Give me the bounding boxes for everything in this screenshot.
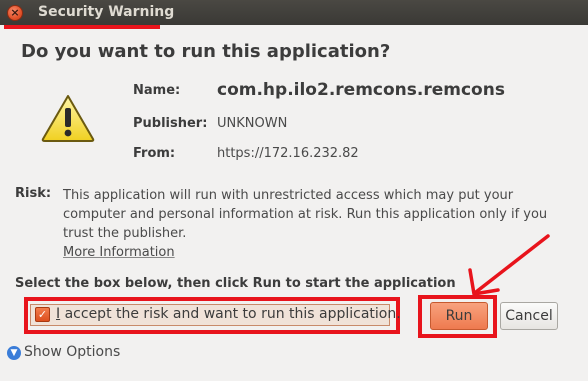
window-titlebar: × Security Warning [0,0,588,25]
from-label: From: [133,146,176,161]
name-value: com.hp.ilo2.remcons.remcons [217,80,505,100]
annotation-underline [4,25,160,29]
accept-label[interactable]: I accept the risk and want to run this a… [56,306,401,322]
name-label: Name: [133,83,181,98]
run-button[interactable]: Run [430,302,488,330]
close-icon[interactable]: × [7,5,23,21]
warning-triangle-icon [41,95,95,142]
dialog-question: Do you want to run this application? [21,41,391,62]
accept-checkbox[interactable]: ✓ [35,307,50,322]
from-value: https://172.16.232.82 [217,146,359,161]
chevron-down-icon: ▼ [7,346,21,360]
cancel-button[interactable]: Cancel [500,302,558,330]
instruction-text: Select the box below, then click Run to … [15,276,456,291]
publisher-label: Publisher: [133,116,208,131]
window-title: Security Warning [38,4,175,20]
show-options-label: Show Options [24,344,121,360]
publisher-value: UNKNOWN [217,116,288,131]
risk-label: Risk: [15,186,52,201]
show-options-toggle[interactable]: ▼ Show Options [7,344,120,360]
more-information-link[interactable]: More Information [63,245,175,260]
